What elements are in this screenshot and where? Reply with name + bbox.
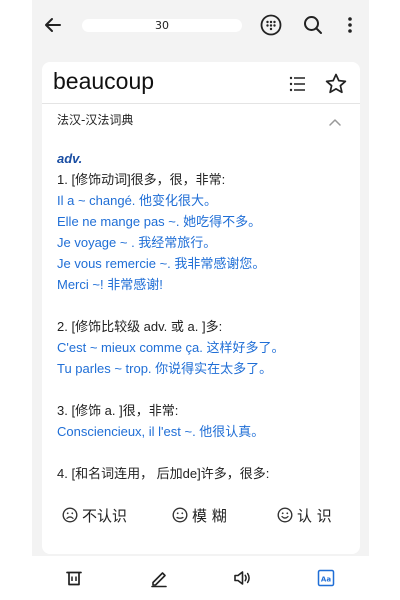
list-icon [289, 76, 305, 92]
back-button[interactable] [42, 14, 64, 36]
arrow-left-icon [45, 18, 61, 32]
example-line: Tu parles ~ trop. 你说得实在太多了。 [57, 361, 273, 376]
word-header: beaucoup [42, 62, 360, 102]
word-card: beaucoup 法汉-汉法词典 adv. 1. [修饰动词]很多，很，非常: … [42, 62, 360, 554]
font-size-button[interactable]: Aa [316, 568, 336, 588]
search-icon [304, 16, 322, 34]
known-label: 认 识 [297, 506, 332, 525]
delete-button[interactable] [64, 568, 84, 588]
example-line: Elle ne mange pas ~. 她吃得不多。 [57, 214, 262, 229]
neutral-face-icon [172, 507, 188, 523]
progress-indicator: 30 [82, 19, 242, 32]
dictionary-name: 法汉-汉法词典 [57, 113, 134, 127]
definition-body: adv. 1. [修饰动词]很多，很，非常: Il a ~ changé. 他变化… [57, 149, 352, 484]
audio-button[interactable] [232, 568, 252, 588]
more-vertical-icon [348, 17, 352, 33]
example-line: Consciencieux, il l'est ~. 他很认真。 [57, 424, 265, 439]
example-line: Je voyage ~ . 我经常旅行。 [57, 235, 217, 250]
svg-text:Aa: Aa [321, 576, 331, 584]
more-options-button[interactable] [340, 14, 360, 36]
keypad-button[interactable] [260, 14, 282, 36]
bottom-toolbar: Aa [32, 556, 369, 600]
pencil-icon [151, 572, 167, 588]
headword: beaucoup [53, 68, 155, 94]
favorite-button[interactable] [324, 72, 348, 96]
part-of-speech: adv. [57, 151, 83, 166]
example-line: Je vous remercie ~. 我非常感谢您。 [57, 256, 266, 271]
progress-count: 30 [155, 19, 169, 32]
search-button[interactable] [302, 14, 324, 36]
top-app-bar: 30 [32, 0, 369, 52]
unknown-button[interactable]: 不认识 [62, 504, 127, 526]
known-button[interactable]: 认 识 [277, 504, 332, 526]
unknown-label: 不认识 [82, 506, 128, 525]
sense-line: 1. [修饰动词]很多，很，非常: [57, 172, 226, 187]
sense-line: 2. [修饰比较级 adv. 或 a. ]多: [57, 319, 223, 334]
collapse-button[interactable] [328, 113, 342, 126]
example-line: C'est ~ mieux comme ça. 这样好多了。 [57, 340, 285, 355]
font-size-icon: Aa [317, 569, 335, 587]
fuzzy-button[interactable]: 模 糊 [172, 504, 227, 526]
edit-button[interactable] [149, 568, 169, 588]
trash-icon [66, 571, 82, 586]
dictionary-header[interactable]: 法汉-汉法词典 [42, 103, 360, 133]
speaker-icon [234, 571, 250, 585]
dialpad-icon [260, 14, 282, 36]
sense-line: 4. [和名词连用， 后加de]许多，很多: [57, 466, 270, 481]
example-line: Il a ~ changé. 他变化很大。 [57, 193, 218, 208]
sad-face-icon [62, 507, 78, 523]
smile-face-icon [277, 507, 293, 523]
example-line: Merci ~! 非常感谢! [57, 277, 163, 292]
sense-line: 3. [修饰 a. ]很，非常: [57, 403, 179, 418]
chevron-up-icon [329, 119, 341, 126]
fuzzy-label: 模 糊 [192, 506, 227, 525]
recognition-bar: 不认识 模 糊 认 识 [42, 490, 360, 540]
app-screen: 30 beaucoup 法汉-汉法词典 adv. 1. [修饰动词]很多，很，非… [32, 0, 369, 600]
word-list-button[interactable] [288, 74, 308, 94]
star-icon [325, 73, 347, 94]
